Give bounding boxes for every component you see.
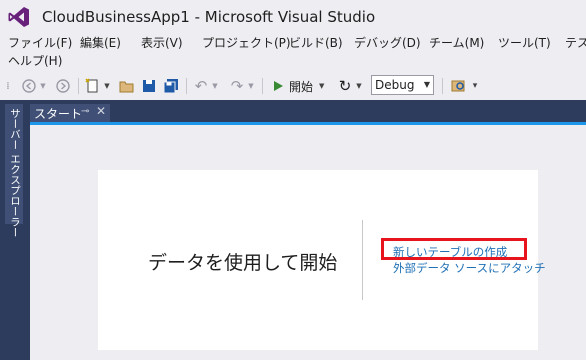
server-explorer-label: サーバー エクスプローラー <box>9 108 21 238</box>
refresh-icon[interactable]: ↻ <box>336 72 354 100</box>
chevron-down-icon: ▼ <box>423 80 430 89</box>
attach-external-data-source-link[interactable]: 外部データ ソースにアタッチ <box>393 260 546 276</box>
menu-view[interactable]: 表示(V) <box>141 34 183 51</box>
menu-project[interactable]: プロジェクト(P) <box>202 34 291 51</box>
undo-icon[interactable]: ↶ <box>192 72 210 100</box>
menu-file[interactable]: ファイル(F) <box>8 34 72 51</box>
redo-dropdown-icon[interactable]: ▼ <box>246 72 256 100</box>
open-folder-icon[interactable] <box>118 72 136 100</box>
menu-help[interactable]: ヘルプ(H) <box>8 52 62 69</box>
standard-toolbar: ⁞ ▼ ▼ ↶ ▼ ↷ ▼ 開始 ▼ ↻ ▼ Debug ▼ ▾ <box>0 72 586 100</box>
start-page-heading: データを使用して開始 <box>148 252 338 274</box>
menu-bar: ファイル(F) 編集(E) 表示(V) プロジェクト(P) ビルド(B) デバッ… <box>0 32 586 72</box>
new-project-dropdown-icon[interactable]: ▼ <box>102 72 112 100</box>
toolbar-grip-icon[interactable]: ⁞ <box>4 72 12 100</box>
tab-start[interactable]: スタート ⊸ ✕ <box>30 104 110 122</box>
find-icon[interactable] <box>450 72 468 100</box>
configuration-value: Debug <box>375 78 415 92</box>
back-dropdown-icon[interactable]: ▼ <box>38 72 48 100</box>
visual-studio-logo-icon <box>8 7 29 27</box>
window-title: CloudBusinessApp1 - Microsoft Visual Stu… <box>42 8 376 26</box>
start-debugging-button[interactable]: 開始 ▼ <box>272 72 332 100</box>
menu-debug[interactable]: デバッグ(D) <box>354 34 421 51</box>
solution-configuration-select[interactable]: Debug ▼ <box>371 75 434 95</box>
highlight-annotation <box>381 238 527 260</box>
undo-dropdown-icon[interactable]: ▼ <box>210 72 220 100</box>
menu-test[interactable]: テス <box>565 34 586 51</box>
refresh-dropdown-icon[interactable]: ▼ <box>354 72 364 100</box>
menu-edit[interactable]: 編集(E) <box>80 34 121 51</box>
start-label: 開始 <box>289 79 314 94</box>
toolbar-overflow-icon[interactable]: ▾ <box>470 72 480 100</box>
menu-tools[interactable]: ツール(T) <box>498 34 551 51</box>
forward-icon[interactable] <box>54 72 72 100</box>
back-icon[interactable] <box>20 72 38 100</box>
tab-start-label: スタート <box>34 107 83 121</box>
close-icon[interactable]: ✕ <box>96 104 106 118</box>
document-tab-row <box>30 100 586 122</box>
save-all-icon[interactable] <box>162 72 180 100</box>
pin-icon[interactable]: ⊸ <box>81 106 89 117</box>
start-icon <box>274 81 283 91</box>
start-dropdown-icon: ▼ <box>319 82 325 90</box>
save-icon[interactable] <box>140 72 158 100</box>
divider <box>362 220 363 300</box>
menu-build[interactable]: ビルド(B) <box>289 34 343 51</box>
new-project-icon[interactable] <box>84 72 102 100</box>
redo-icon[interactable]: ↷ <box>228 72 246 100</box>
menu-team[interactable]: チーム(M) <box>429 34 484 51</box>
